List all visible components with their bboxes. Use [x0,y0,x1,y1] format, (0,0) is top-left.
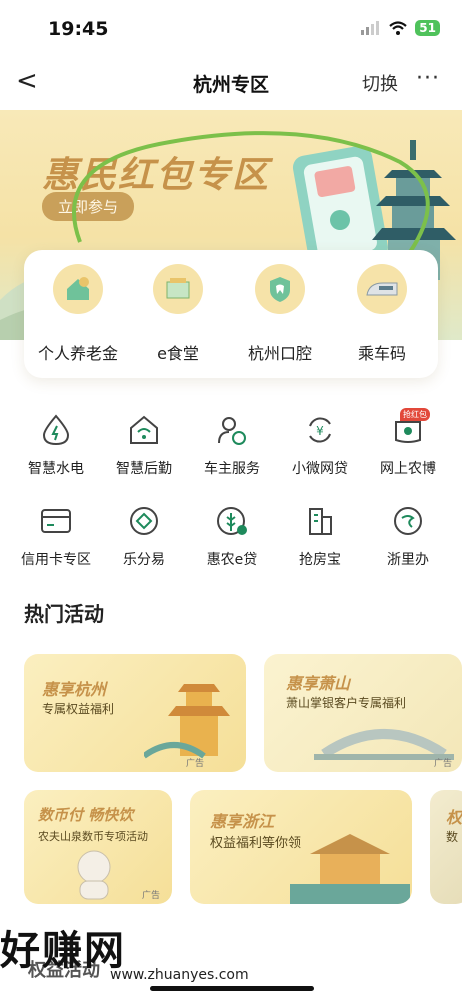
service-item[interactable]: ¥ 小微网贷 [274,412,366,478]
ad-label: 广告 [434,759,453,769]
quick-label: 个人养老金 [37,344,118,363]
activity-card-xiaoshan[interactable]: 惠享萧山 萧山掌银客户专属福利 广告 [264,654,462,772]
status-time: 19:45 [48,18,109,40]
card-subtitle: 专属权益福利 [42,702,115,716]
diamond-circle-icon [126,503,162,539]
battery-indicator: 51 [415,20,440,36]
quick-item-canteen[interactable]: e食堂 [128,264,228,364]
activity-card-hangzhou[interactable]: 惠享杭州 专属权益福利 广告 [24,654,246,772]
service-item[interactable]: 浙里办 [362,503,454,569]
service-item[interactable]: 惠农e贷 [186,503,278,569]
pagoda-illustration [144,684,230,759]
service-label: 网上农博 [380,461,436,477]
card-title: 惠享杭州 [42,680,107,699]
house-coin-icon [53,264,103,314]
zheli-icon [390,503,426,539]
service-item[interactable]: 车主服务 [186,412,278,478]
red-packet-badge: 抢红包 [400,408,430,421]
card-subtitle: 权益福利等你领 [210,836,302,851]
watermark-logo: 好赚网 [0,928,126,974]
ad-label: 广告 [186,759,205,769]
tooth-icon [255,264,305,314]
service-label: 车主服务 [204,461,260,477]
service-item[interactable]: 抢红包 网上农博 [362,408,454,478]
activity-card-digital-currency[interactable]: 数币付 畅快饮 农夫山泉数币专项活动 广告 [24,790,172,904]
quick-item-pension[interactable]: 个人养老金 [28,264,128,364]
service-item[interactable]: 信用卡专区 [10,503,102,569]
watermark-url: www.zhuanyes.com [110,967,249,983]
switch-button[interactable]: 切换 [362,70,398,96]
credit-card-icon [38,503,74,539]
service-label: 抢房宝 [299,552,341,568]
water-drop-icon [38,412,74,448]
mascot-illustration [77,850,111,900]
more-button[interactable]: ··· [416,66,440,91]
quick-item-dental[interactable]: 杭州口腔 [230,264,330,364]
train-icon [357,264,407,314]
pavilion-illustration [290,834,410,904]
service-label: 小微网贷 [292,461,348,477]
svg-text:¥: ¥ [316,424,324,438]
status-icons: 51 [361,20,440,36]
signal-icon [361,21,380,35]
bridge-illustration [314,729,454,760]
quick-access-card: 个人养老金 e食堂 杭州口腔 乘车码 [24,250,438,378]
card-title: 权 [446,808,462,827]
quick-label: e食堂 [157,344,199,363]
quick-label: 杭州口腔 [247,344,312,363]
service-item[interactable]: 智慧后勤 [98,412,190,478]
service-label: 智慧后勤 [116,461,172,477]
card-title: 惠享浙江 [210,812,275,831]
service-label: 信用卡专区 [21,552,91,568]
section-title: 热门活动 [24,602,104,626]
card-subtitle: 农夫山泉数币专项活动 [38,830,148,843]
house-wifi-icon [126,412,162,448]
card-title: 惠享萧山 [286,674,351,693]
wheat-loan-icon [214,503,250,539]
quick-item-transit-code[interactable]: 乘车码 [332,264,432,364]
service-item[interactable]: 抢房宝 [274,503,366,569]
ad-label: 广告 [142,891,161,901]
activity-card-partial[interactable]: 权 数 [430,790,462,904]
quick-label: 乘车码 [357,344,406,363]
service-item[interactable]: 智慧水电 [10,412,102,478]
wifi-icon [389,21,408,35]
service-item[interactable]: 乐分易 [98,503,190,569]
home-indicator[interactable] [150,986,314,991]
card-subtitle: 数 [446,830,459,844]
service-label: 惠农e贷 [206,552,258,568]
service-label: 浙里办 [387,552,429,568]
yen-cycle-icon: ¥ [302,412,338,448]
card-title: 数币付 畅快饮 [38,806,134,824]
service-label: 智慧水电 [28,461,84,477]
service-label: 乐分易 [123,552,165,568]
activity-card-zhejiang[interactable]: 惠享浙江 权益福利等你领 [190,790,412,904]
buildings-icon [302,503,338,539]
driver-icon [214,412,250,448]
canteen-icon [153,264,203,314]
